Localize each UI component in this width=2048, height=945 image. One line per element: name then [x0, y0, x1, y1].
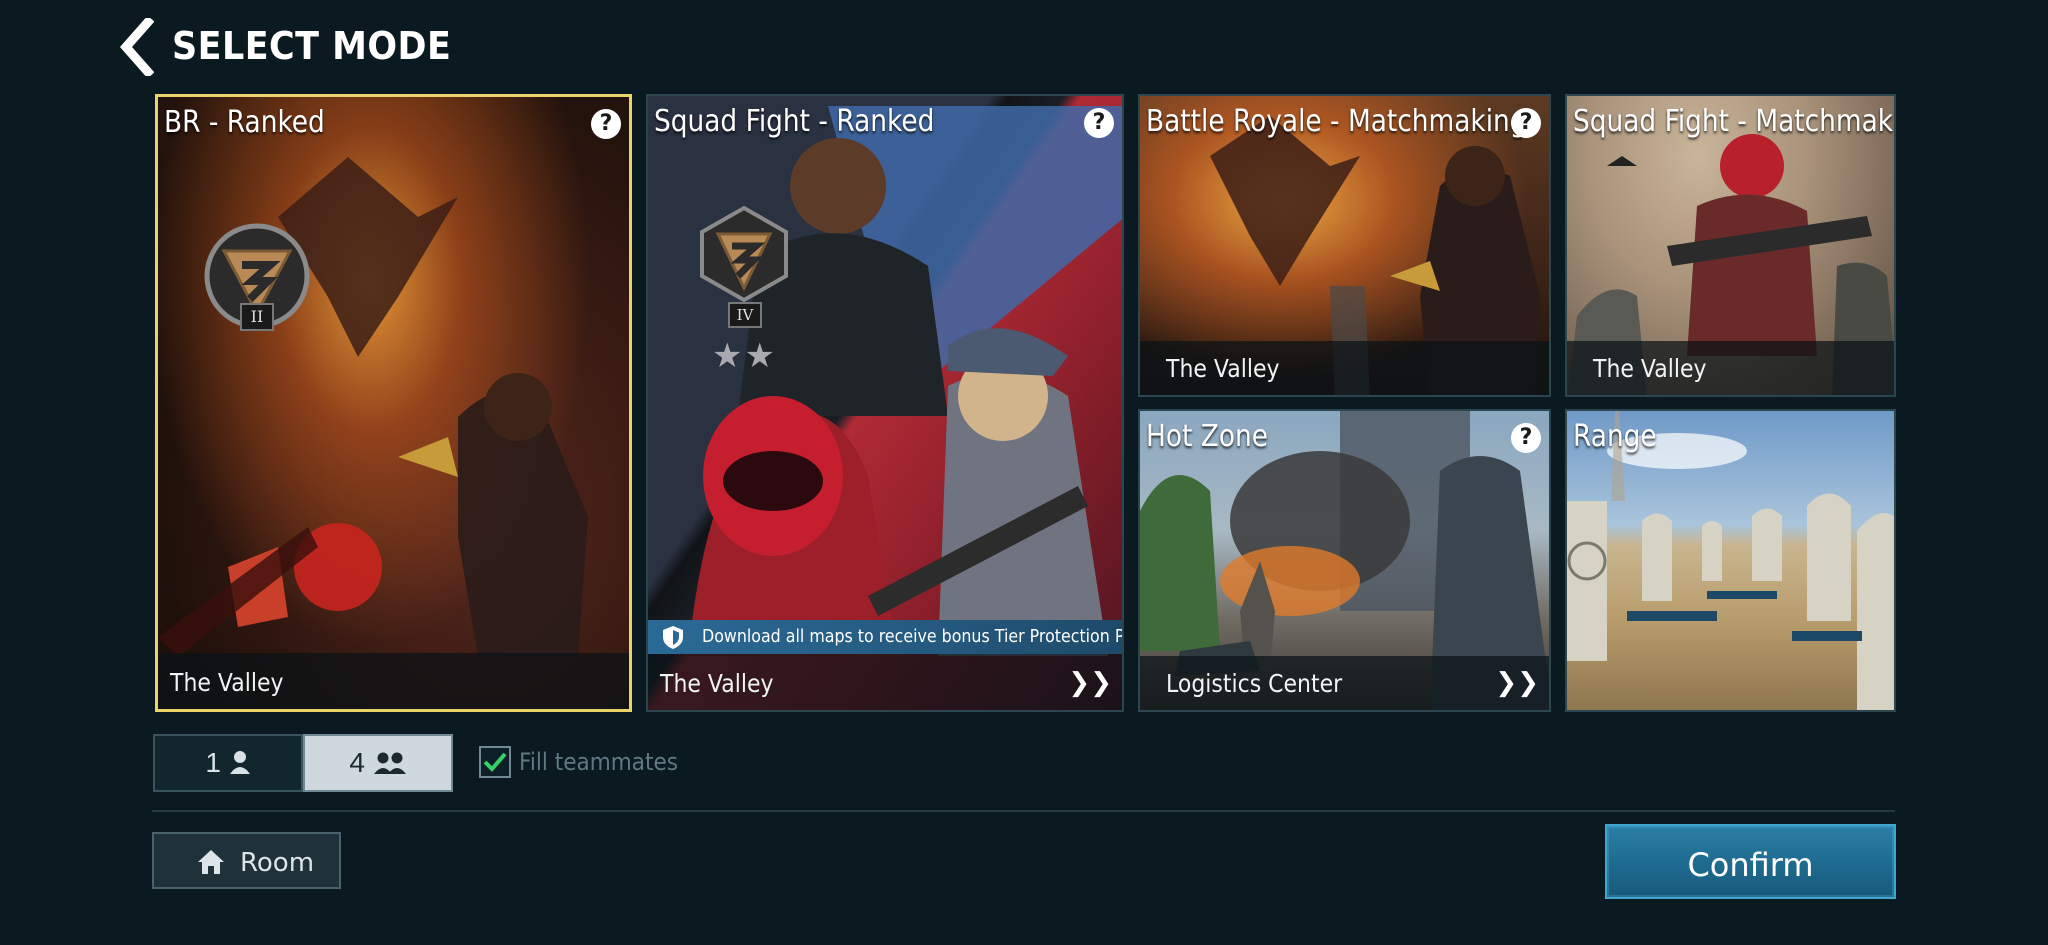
map-name: The Valley	[1593, 354, 1707, 383]
back-button[interactable]	[118, 15, 155, 79]
rank-emblem	[694, 204, 794, 304]
mode-title: Battle Royale - Matchmaking	[1146, 104, 1527, 139]
person-icon	[229, 751, 250, 774]
mode-card-range[interactable]: Range	[1565, 409, 1896, 712]
mode-card-squad-fight-ranked[interactable]: IV ★★ Squad Fight - Ranked ? Download al…	[646, 94, 1124, 712]
room-button[interactable]: Room	[152, 832, 341, 889]
mode-art-figures	[158, 157, 588, 657]
help-icon[interactable]: ?	[1511, 108, 1541, 138]
mode-title: Range	[1573, 419, 1657, 454]
mode-card-br-ranked[interactable]: II BR - Ranked ? The Valley	[155, 94, 632, 712]
map-name: The Valley	[170, 668, 284, 697]
help-icon[interactable]: ?	[591, 109, 621, 139]
team-size-squad-button[interactable]: 4	[303, 734, 453, 792]
shield-icon	[663, 626, 683, 649]
mode-card-hot-zone[interactable]: Hot Zone ? Logistics Center ❯❯	[1138, 409, 1551, 712]
rank-tier-badge: IV	[728, 302, 762, 328]
group-icon	[373, 752, 406, 774]
fill-teammates-label: Fill teammates	[519, 748, 679, 776]
divider	[152, 810, 1895, 812]
room-label: Room	[240, 848, 315, 878]
home-icon	[198, 850, 224, 874]
mode-art-figures	[1567, 411, 1894, 710]
map-name: Logistics Center	[1166, 669, 1343, 698]
back-arrow-icon	[120, 15, 155, 79]
mode-title: BR - Ranked	[164, 105, 325, 140]
mode-title: Hot Zone	[1146, 419, 1268, 454]
help-icon[interactable]: ?	[1511, 423, 1541, 453]
chevron-icon[interactable]: ❯❯	[1495, 668, 1539, 698]
mode-card-squad-fight-matchmaking[interactable]: Squad Fight - Matchmaking The Valley	[1565, 94, 1896, 397]
fill-teammates-checkbox[interactable]	[479, 746, 511, 778]
rank-tier-badge: II	[240, 303, 274, 331]
map-name: The Valley	[1166, 354, 1280, 383]
star-icon: ★★	[712, 337, 777, 375]
mode-card-battle-royale-matchmaking[interactable]: Battle Royale - Matchmaking ? The Valley	[1138, 94, 1551, 397]
mode-title: Squad Fight - Matchmaking	[1573, 104, 1894, 139]
tier-protection-notice[interactable]: Download all maps to receive bonus Tier …	[648, 620, 1122, 654]
check-icon	[483, 752, 507, 772]
help-icon[interactable]: ?	[1084, 108, 1114, 138]
page-title: SELECT MODE	[172, 24, 452, 68]
team-size-label: 4	[349, 747, 365, 778]
team-size-label: 1	[205, 747, 221, 778]
mode-title: Squad Fight - Ranked	[654, 104, 935, 139]
confirm-label: Confirm	[1687, 846, 1814, 884]
team-size-solo-button[interactable]: 1	[153, 734, 303, 792]
confirm-button[interactable]: Confirm	[1605, 824, 1896, 899]
chevron-icon[interactable]: ❯❯	[1068, 668, 1112, 698]
notice-text: Download all maps to receive bonus Tier …	[702, 626, 1122, 647]
map-name: The Valley	[660, 669, 774, 698]
